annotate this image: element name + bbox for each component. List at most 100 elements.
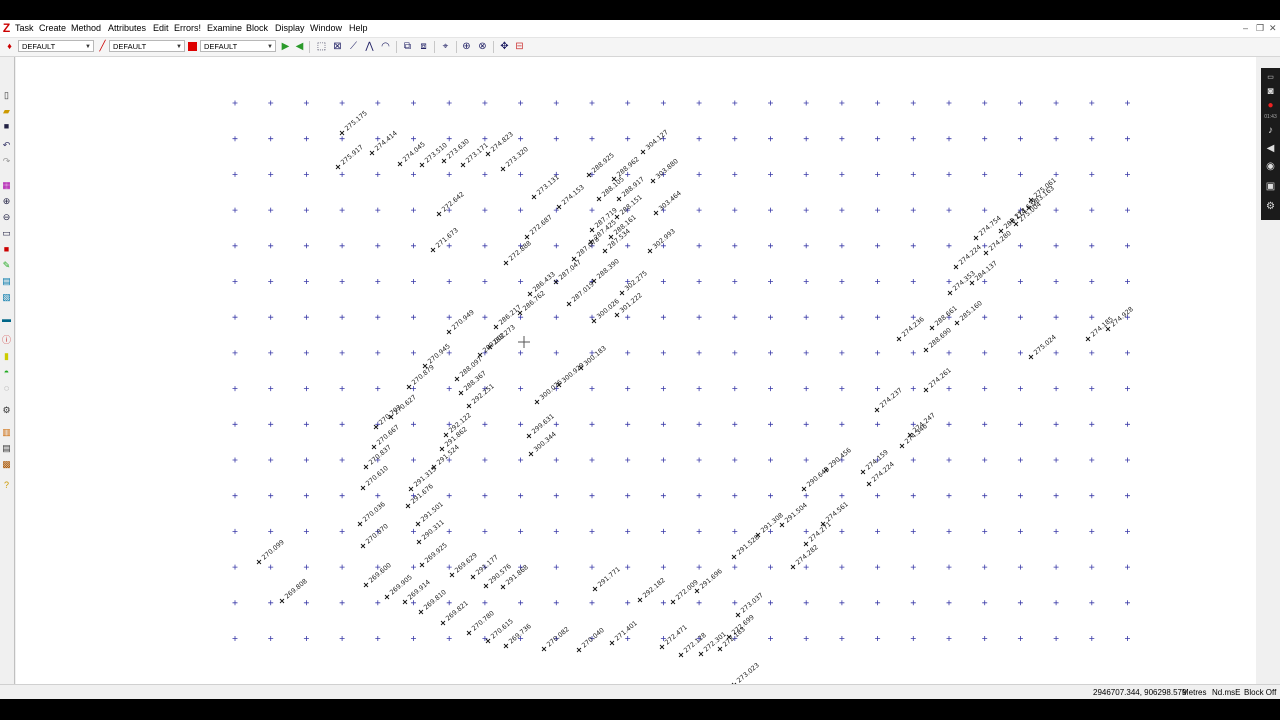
- zoom-window-icon[interactable]: ⊕: [461, 41, 472, 52]
- survey-point[interactable]: [566, 301, 572, 307]
- survey-point[interactable]: [619, 290, 625, 296]
- copy-icon[interactable]: ⧉: [402, 41, 413, 52]
- survey-point[interactable]: [470, 574, 476, 580]
- survey-point[interactable]: [592, 586, 598, 592]
- survey-point[interactable]: [339, 130, 345, 136]
- report-icon[interactable]: ▤: [1, 443, 12, 454]
- layers-icon[interactable]: ▤: [1, 276, 12, 287]
- measure-icon[interactable]: ⌖: [440, 41, 451, 52]
- survey-point[interactable]: [419, 162, 425, 168]
- survey-point[interactable]: [441, 158, 447, 164]
- select-box-icon[interactable]: ⬚: [316, 41, 327, 52]
- survey-point[interactable]: [454, 376, 460, 382]
- survey-point[interactable]: [731, 554, 737, 560]
- minimize-icon[interactable]: –: [1243, 22, 1248, 34]
- polyline-icon[interactable]: ⋀: [364, 41, 375, 52]
- new-file-icon[interactable]: ▯: [1, 90, 12, 101]
- survey-point[interactable]: [485, 151, 491, 157]
- survey-point[interactable]: [866, 481, 872, 487]
- app-logo-icon[interactable]: Z: [1, 22, 12, 34]
- survey-point[interactable]: [371, 444, 377, 450]
- survey-point[interactable]: [678, 652, 684, 658]
- survey-point[interactable]: [983, 250, 989, 256]
- forward-icon[interactable]: ▶: [280, 41, 291, 52]
- survey-point[interactable]: [500, 166, 506, 172]
- survey-point[interactable]: [609, 640, 615, 646]
- survey-point[interactable]: [527, 291, 533, 297]
- survey-point[interactable]: [586, 172, 592, 178]
- survey-point[interactable]: [415, 521, 421, 527]
- survey-point[interactable]: [735, 612, 741, 618]
- survey-point[interactable]: [524, 234, 530, 240]
- warning-icon[interactable]: ▮: [1, 351, 12, 362]
- survey-plot[interactable]: 275.175274.414 274.045273.510273.630273.1…: [16, 57, 1256, 684]
- survey-point[interactable]: [335, 164, 341, 170]
- zoom-in-icon[interactable]: ⊕: [1, 196, 12, 207]
- undo-icon[interactable]: ↶: [1, 140, 12, 151]
- survey-point[interactable]: [436, 211, 442, 217]
- survey-point[interactable]: [466, 403, 472, 409]
- survey-point[interactable]: [923, 387, 929, 393]
- menu-errors[interactable]: Errors!: [174, 22, 201, 34]
- open-folder-icon[interactable]: ▰: [1, 106, 12, 117]
- restore-icon[interactable]: ❐: [1256, 22, 1264, 34]
- line-tool-icon[interactable]: ⟋: [348, 41, 359, 52]
- survey-point[interactable]: [602, 248, 608, 254]
- survey-point[interactable]: [363, 464, 369, 470]
- survey-point[interactable]: [503, 643, 509, 649]
- chart-icon[interactable]: ▥: [1, 427, 12, 438]
- camera-icon[interactable]: ◙: [1263, 85, 1278, 98]
- table-icon[interactable]: ▬: [1, 314, 12, 325]
- survey-point[interactable]: [460, 162, 466, 168]
- survey-point[interactable]: [801, 486, 807, 492]
- survey-point[interactable]: [973, 235, 979, 241]
- survey-point[interactable]: [647, 248, 653, 254]
- back-icon[interactable]: ◀: [294, 41, 305, 52]
- paste-icon[interactable]: ⧈: [418, 41, 429, 52]
- survey-point[interactable]: [449, 572, 455, 578]
- close-icon[interactable]: ✕: [1269, 22, 1277, 34]
- survey-point[interactable]: [458, 390, 464, 396]
- survey-point[interactable]: [357, 521, 363, 527]
- snap-icon[interactable]: ✥: [499, 41, 510, 52]
- survey-point[interactable]: [670, 599, 676, 605]
- tools-icon[interactable]: ▩: [1, 459, 12, 470]
- survey-point[interactable]: [531, 194, 537, 200]
- survey-point[interactable]: [899, 443, 905, 449]
- microphone-icon[interactable]: ♪: [1263, 124, 1278, 137]
- record-icon[interactable]: ●: [1263, 99, 1278, 112]
- survey-point[interactable]: [694, 588, 700, 594]
- tools-icon[interactable]: ▣: [1263, 180, 1278, 193]
- survey-point[interactable]: [402, 599, 408, 605]
- survey-point[interactable]: [405, 503, 411, 509]
- survey-point[interactable]: [969, 280, 975, 286]
- survey-point[interactable]: [418, 609, 424, 615]
- survey-point[interactable]: [406, 384, 412, 390]
- info-icon[interactable]: ⓘ: [1, 335, 12, 346]
- survey-point[interactable]: [589, 227, 595, 233]
- survey-point[interactable]: [803, 541, 809, 547]
- survey-point[interactable]: [640, 149, 646, 155]
- drawing-canvas[interactable]: 275.175 274.414 274.045 273.510 273.630 273.1…: [16, 57, 1256, 684]
- menu-attributes[interactable]: Attributes: [108, 22, 146, 34]
- menu-window[interactable]: Window: [310, 22, 342, 34]
- survey-point[interactable]: [616, 196, 622, 202]
- survey-point[interactable]: [650, 178, 656, 184]
- survey-point[interactable]: [614, 312, 620, 318]
- survey-point[interactable]: [637, 597, 643, 603]
- survey-point[interactable]: [363, 582, 369, 588]
- survey-point[interactable]: [440, 620, 446, 626]
- survey-point[interactable]: [256, 559, 262, 565]
- survey-point[interactable]: [929, 325, 935, 331]
- survey-point[interactable]: [1028, 354, 1034, 360]
- save-icon[interactable]: ■: [1, 121, 12, 132]
- help-icon[interactable]: ?: [1, 480, 12, 491]
- survey-point[interactable]: [485, 638, 491, 644]
- survey-point[interactable]: [541, 646, 547, 652]
- survey-point[interactable]: [896, 336, 902, 342]
- survey-point[interactable]: [373, 424, 379, 430]
- survey-point[interactable]: [483, 583, 489, 589]
- survey-point[interactable]: [591, 318, 597, 324]
- delete-icon[interactable]: ⊟: [514, 41, 525, 52]
- zoom-extents-icon[interactable]: ⊗: [477, 41, 488, 52]
